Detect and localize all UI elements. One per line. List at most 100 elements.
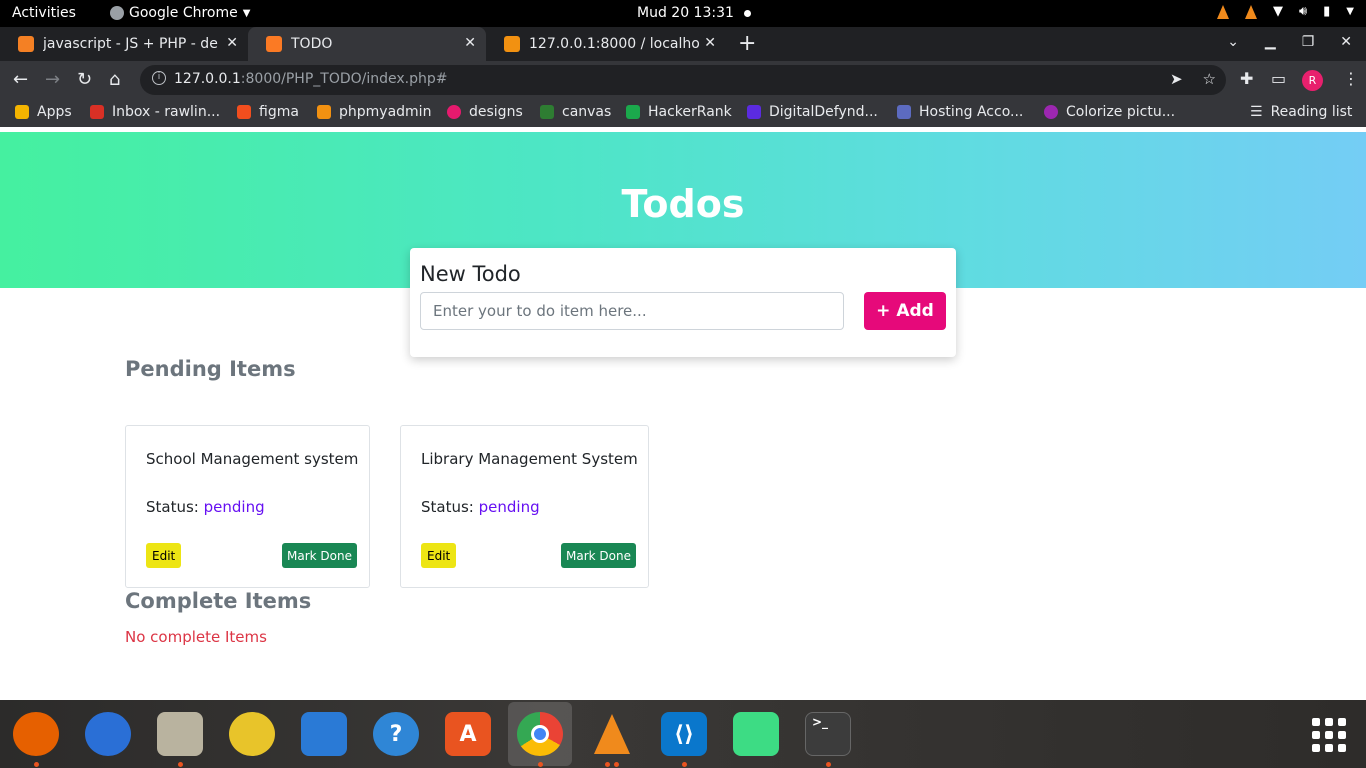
close-window-icon[interactable]: ✕ xyxy=(1340,34,1352,50)
bookmarks-bar: Apps Inbox - rawlin... figma phpmyadmin … xyxy=(0,99,1366,127)
mark-done-button[interactable]: Mark Done xyxy=(561,543,636,568)
more-menu-icon[interactable]: ⋮ xyxy=(1343,69,1359,88)
url-text[interactable]: 127.0.0.1:8000/PHP_TODO/index.php# xyxy=(174,71,448,87)
activities-button[interactable]: Activities xyxy=(12,5,76,21)
libreoffice-writer-icon[interactable] xyxy=(301,712,347,756)
stackoverflow-icon xyxy=(18,36,34,52)
figma-icon xyxy=(237,105,251,119)
bookmark-hosting[interactable]: Hosting Acco... xyxy=(897,104,1023,120)
bookmark-label: DigitalDefynd... xyxy=(769,104,878,120)
show-applications-icon[interactable] xyxy=(1312,718,1346,752)
page-title: Todos xyxy=(621,182,745,226)
help-icon[interactable]: ? xyxy=(373,712,419,756)
digitaldefynd-icon xyxy=(747,105,761,119)
running-indicator xyxy=(682,762,687,767)
maximize-icon[interactable]: ❐ xyxy=(1302,34,1315,50)
bookmark-star-icon[interactable]: ☆ xyxy=(1203,70,1216,88)
bookmark-label: figma xyxy=(259,104,299,120)
home-icon[interactable]: ⌂ xyxy=(109,69,120,90)
new-todo-label: New Todo xyxy=(420,262,521,286)
close-icon[interactable]: ✕ xyxy=(704,35,716,51)
wifi-icon: ▼ xyxy=(1272,4,1283,19)
system-tray[interactable]: ▼ 🔊︎ ▮ ▼ xyxy=(1216,4,1354,19)
bookmark-gmail[interactable]: Inbox - rawlin... xyxy=(90,104,220,120)
vscode-icon[interactable]: ⟨⟩ xyxy=(661,712,707,756)
xampp-icon xyxy=(266,36,282,52)
tab-search-icon[interactable]: ⌄ xyxy=(1227,34,1239,50)
bookmark-label: Inbox - rawlin... xyxy=(112,104,221,120)
edit-button[interactable]: Edit xyxy=(146,543,182,568)
bookmark-label: canvas xyxy=(562,104,612,120)
close-icon[interactable]: ✕ xyxy=(226,35,238,51)
bookmark-label: Colorize pictu... xyxy=(1066,104,1176,120)
tab-title: 127.0.0.1:8000 / localhost xyxy=(529,36,699,52)
bookmark-phpmyadmin[interactable]: phpmyadmin xyxy=(317,104,431,120)
app-menu[interactable]: Google Chrome ▼ xyxy=(110,5,250,21)
todo-title: Library Management System xyxy=(421,450,638,468)
bookmark-canvas[interactable]: canvas xyxy=(540,104,611,120)
rhythmbox-icon[interactable] xyxy=(229,712,275,756)
tray-menu-icon: ▼ xyxy=(1346,6,1354,17)
bookmark-label: Apps xyxy=(37,104,72,120)
tab-strip: javascript - JS + PHP - dele ✕ TODO ✕ 12… xyxy=(0,27,1366,61)
back-icon[interactable]: ← xyxy=(13,69,28,90)
cast-icon[interactable]: ▭ xyxy=(1271,69,1286,88)
pending-items-title: Pending Items xyxy=(125,357,296,381)
minimize-icon[interactable]: ▁ xyxy=(1265,34,1276,50)
status-value: pending xyxy=(203,498,265,516)
running-indicator xyxy=(538,762,543,767)
vlc-tray-icon[interactable] xyxy=(1216,4,1229,19)
software-icon[interactable]: A xyxy=(445,712,491,756)
phpmyadmin-icon xyxy=(504,36,520,52)
url-path: :8000/PHP_TODO/index.php# xyxy=(240,71,448,87)
tab-phpmyadmin[interactable]: 127.0.0.1:8000 / localhost ✕ xyxy=(486,27,726,61)
status-label: Status: xyxy=(146,498,199,516)
clock[interactable]: Mud 20 13:31 xyxy=(637,5,751,21)
firefox-icon[interactable] xyxy=(13,712,59,756)
running-indicator xyxy=(826,762,831,767)
site-info-icon[interactable]: i xyxy=(152,71,166,85)
browser-toolbar: ← → ↻ ⌂ i 127.0.0.1:8000/PHP_TODO/index.… xyxy=(0,61,1366,99)
forward-icon[interactable]: → xyxy=(45,69,60,90)
edit-button[interactable]: Edit xyxy=(421,543,457,568)
files-icon[interactable] xyxy=(157,712,203,756)
vlc-icon[interactable] xyxy=(589,712,635,756)
dribbble-icon xyxy=(447,105,461,119)
no-complete-items-message: No complete Items xyxy=(125,628,267,646)
battery-icon: ▮ xyxy=(1323,4,1331,19)
new-tab-button[interactable]: + xyxy=(738,31,756,56)
reading-list-label: Reading list xyxy=(1270,104,1353,120)
add-button[interactable]: + Add xyxy=(864,292,946,330)
bookmark-designs[interactable]: designs xyxy=(447,104,523,120)
phpmyadmin-icon xyxy=(317,105,331,119)
todo-title: School Management system xyxy=(146,450,359,468)
bookmark-colorize[interactable]: Colorize pictu... xyxy=(1044,104,1175,120)
ubuntu-dock: ? A ⟨⟩ >_ xyxy=(0,700,1366,768)
close-icon[interactable]: ✕ xyxy=(464,35,476,51)
mark-done-button[interactable]: Mark Done xyxy=(282,543,357,568)
address-bar[interactable]: i 127.0.0.1:8000/PHP_TODO/index.php# ➤ ☆ xyxy=(140,65,1226,95)
tab-stackoverflow[interactable]: javascript - JS + PHP - dele ✕ xyxy=(0,27,248,61)
page-content: Todos New Todo + Add Pending Items Schoo… xyxy=(0,132,1366,700)
app-name-label: Google Chrome xyxy=(129,5,238,21)
terminal-icon[interactable]: >_ xyxy=(805,712,851,756)
reload-icon[interactable]: ↻ xyxy=(77,69,92,90)
android-studio-icon[interactable] xyxy=(733,712,779,756)
todo-status: Status: pending xyxy=(421,498,540,516)
bookmark-hackerrank[interactable]: HackerRank xyxy=(626,104,732,120)
bookmark-figma[interactable]: figma xyxy=(237,104,299,120)
chrome-icon[interactable] xyxy=(517,712,563,756)
thunderbird-icon[interactable] xyxy=(85,712,131,756)
profile-avatar[interactable]: R xyxy=(1302,70,1323,91)
vlc-tray-icon-2[interactable] xyxy=(1244,4,1257,19)
reading-list-button[interactable]: ☰ Reading list xyxy=(1250,104,1352,120)
bookmark-label: HackerRank xyxy=(648,104,732,120)
tab-todo[interactable]: TODO ✕ xyxy=(248,27,486,61)
todo-input[interactable] xyxy=(420,292,844,330)
reading-list-icon: ☰ xyxy=(1250,104,1263,120)
bookmark-label: phpmyadmin xyxy=(339,104,432,120)
bookmark-apps[interactable]: Apps xyxy=(15,104,72,120)
send-icon[interactable]: ➤ xyxy=(1170,70,1183,88)
bookmark-digitaldefynd[interactable]: DigitalDefynd... xyxy=(747,104,878,120)
extensions-icon[interactable]: ✚ xyxy=(1240,69,1253,88)
